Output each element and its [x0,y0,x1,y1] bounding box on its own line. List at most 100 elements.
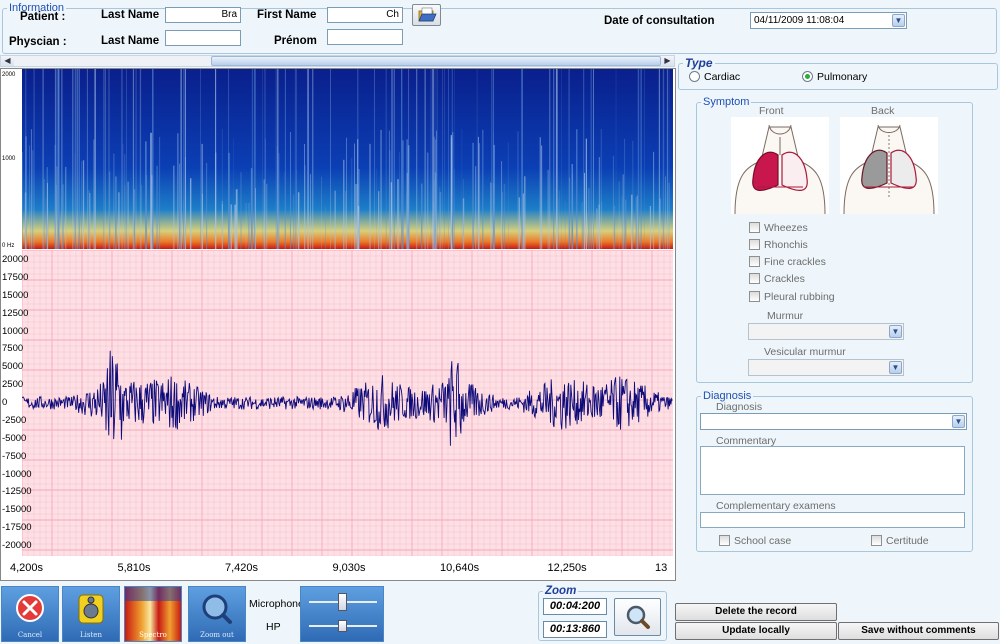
spectro-y-tick-bottom: 0 Hz [2,243,15,249]
crackles-label[interactable]: Crackles [764,273,805,285]
type-pulmonary-label[interactable]: Pulmonary [817,71,867,83]
cancel-button[interactable]: Cancel [1,586,59,642]
waveform-y-tick: -12500 [2,486,32,498]
waveform-y-tick: -7500 [2,450,27,462]
x-circle-icon [16,594,44,622]
physician-prenom-field[interactable] [327,29,403,45]
waveform-y-tick: 7500 [2,343,24,355]
type-pulmonary-radio[interactable] [802,71,813,82]
vesicular-murmur-select[interactable]: ▼ [748,359,904,376]
waveform[interactable] [22,250,673,556]
spectrogram[interactable] [22,69,673,249]
waveform-y-tick: 0 [2,397,8,408]
waveform-y-tick: 10000 [2,325,29,337]
waveform-y-tick: -20000 [2,540,32,551]
microphone-label: Microphone [249,598,304,610]
certitude-checkbox[interactable] [871,535,882,546]
scroll-right-button[interactable]: ▶ [661,56,674,66]
spectro-y-tick-top: 2000 [2,72,16,78]
patient-last-name-field[interactable]: Bra [165,7,241,23]
waveform-y-tick: 15000 [2,289,29,301]
waveform-x-tick: 12,250s [547,562,587,574]
date-value: 04/11/2009 11:08:04 [754,15,845,26]
microphone-slider-thumb[interactable] [338,593,347,611]
wheezes-checkbox[interactable] [749,222,760,233]
complementary-examens-label: Complementary examens [716,500,836,512]
date-of-consultation-label: Date of consultation [604,15,715,27]
scroll-thumb[interactable] [211,56,661,66]
date-of-consultation-picker[interactable]: 04/11/2009 11:08:04 ▼ [750,12,907,29]
hp-slider-thumb[interactable] [338,620,347,632]
waveform-y-tick: 20000 [2,254,29,265]
horizontal-scrollbar[interactable]: ◀ ▶ [0,55,675,67]
chevron-down-icon[interactable]: ▼ [889,325,902,338]
diagnosis-label: Diagnosis [716,401,763,413]
listen-button[interactable]: Listen [62,586,120,642]
cancel-label: Cancel [17,631,43,639]
zoom-legend: Zoom [545,585,577,597]
physician-prenom-label: Prénom [274,35,317,47]
waveform-y-tick: 2500 [2,379,24,391]
delete-record-button[interactable]: Delete the record [675,603,837,621]
waveform-y-tick: -5000 [2,432,27,444]
speaker-icon [78,594,104,624]
fine-crackles-label[interactable]: Fine crackles [764,256,826,268]
physician-label: Physcian : [9,36,67,48]
zoom-start-field[interactable]: 00:04:200 [543,598,607,615]
waveform-y-tick: 12500 [2,307,29,319]
zoom-out-label: Zoom out [200,631,234,639]
pleural-rubbing-checkbox[interactable] [749,291,760,302]
front-label: Front [759,105,784,117]
school-case-label[interactable]: School case [734,535,791,547]
lungs-back-image[interactable] [840,117,938,214]
fine-crackles-checkbox[interactable] [749,256,760,267]
waveform-x-tick: 4,200s [10,562,44,574]
diagnosis-select[interactable]: ▼ [700,413,967,430]
magnifier-icon [626,605,650,629]
update-locally-button[interactable]: Update locally [675,622,837,640]
open-file-button[interactable] [412,4,441,26]
save-without-comments-button[interactable]: Save without comments [838,622,999,640]
commentary-field[interactable] [700,446,965,495]
zoom-search-button[interactable] [614,598,661,636]
certitude-label[interactable]: Certitude [886,535,929,547]
chevron-down-icon[interactable]: ▼ [952,415,965,428]
patient-first-name-field[interactable]: Ch [327,7,403,23]
waveform-y-tick: -15000 [2,504,32,516]
patient-label: Patient : [20,11,66,23]
school-case-checkbox[interactable] [719,535,730,546]
waveform-x-tick: 7,420s [225,562,259,574]
zoom-end-field[interactable]: 00:13:860 [543,621,607,638]
crackles-checkbox[interactable] [749,273,760,284]
hp-label: HP [266,621,281,633]
murmur-select[interactable]: ▼ [748,323,904,340]
chevron-down-icon[interactable]: ▼ [889,361,902,374]
chevron-down-icon[interactable]: ▼ [892,14,905,27]
complementary-examens-field[interactable] [700,512,965,528]
physician-last-name-field[interactable] [165,30,241,46]
spectro-button[interactable]: Spectro [124,586,182,642]
type-legend: Type [685,56,713,70]
waveform-y-tick: 17500 [2,271,29,283]
pleural-rubbing-label[interactable]: Pleural rubbing [764,291,835,303]
lungs-front-image[interactable] [731,117,829,214]
patient-last-name-label: Last Name [101,9,160,21]
waveform-x-tick: 13 [655,562,668,574]
type-cardiac-label[interactable]: Cardiac [704,71,740,83]
spectrogram-icon [125,587,181,601]
rhonchis-label[interactable]: Rhonchis [764,239,808,251]
folder-open-icon [418,7,437,22]
waveform-y-tick: -10000 [2,468,32,480]
murmur-label: Murmur [767,310,804,322]
vesicular-murmur-label: Vesicular murmur [764,346,846,358]
rhonchis-checkbox[interactable] [749,239,760,250]
spectro-y-tick-mid: 1000 [2,156,16,162]
type-cardiac-radio[interactable] [689,71,700,82]
magnifier-icon [202,594,232,624]
back-label: Back [871,105,895,117]
scroll-left-button[interactable]: ◀ [1,56,14,66]
patient-first-name-label: First Name [257,9,317,21]
spectro-label: Spectro [139,631,167,639]
wheezes-label[interactable]: Wheezes [764,222,808,234]
zoom-out-button[interactable]: Zoom out [188,586,246,642]
